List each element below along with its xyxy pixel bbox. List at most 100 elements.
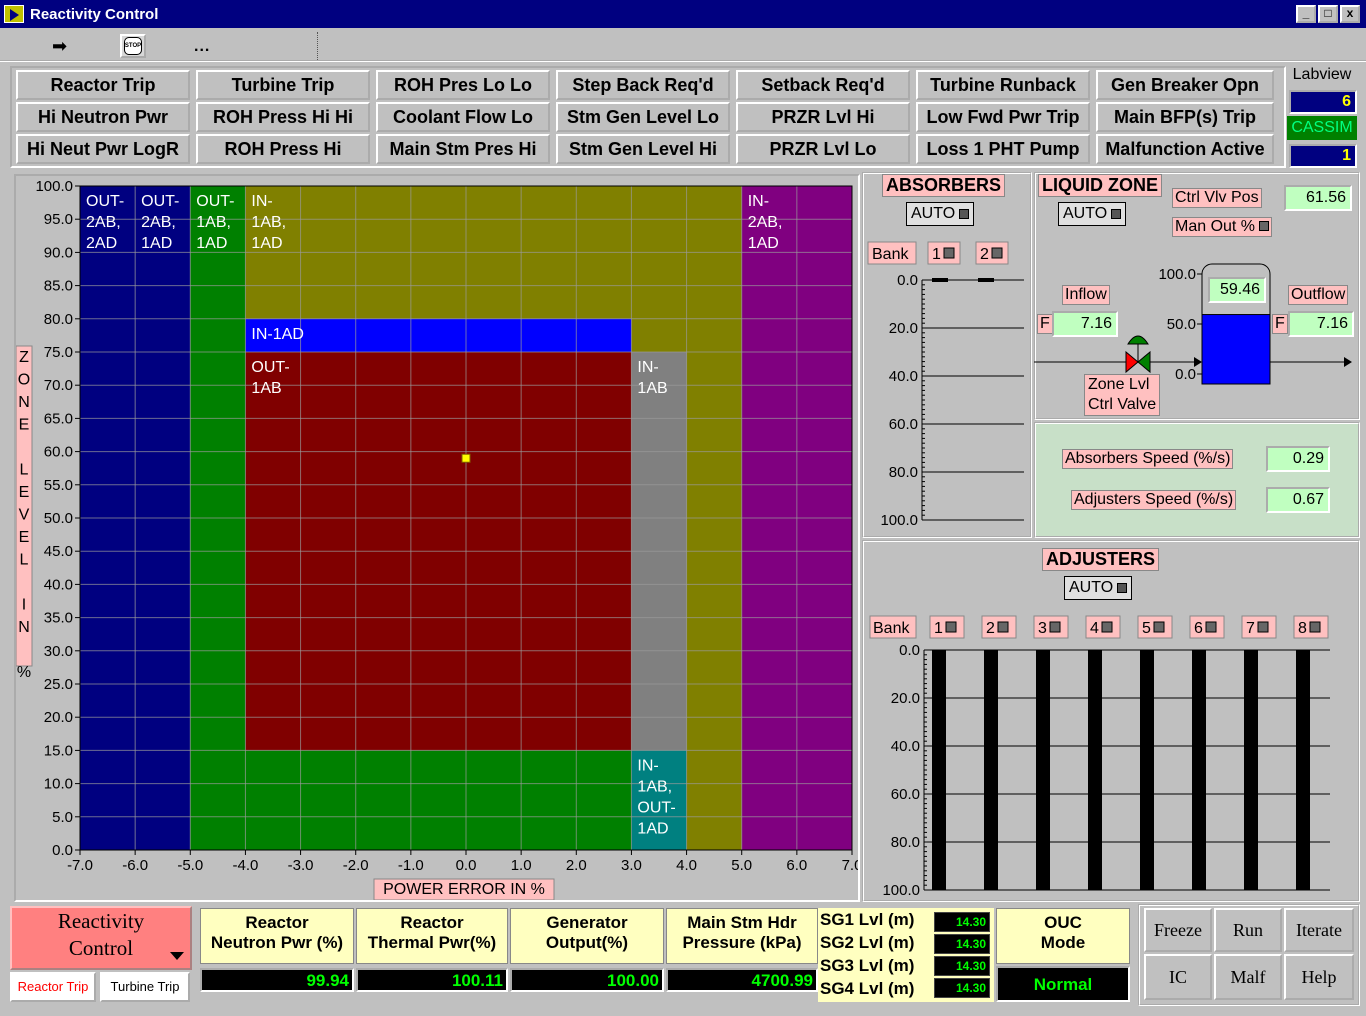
run-arrow-icon[interactable]: ➡ <box>52 36 67 56</box>
x-tick-label: 5.0 <box>731 857 752 874</box>
alarm-reactor-trip[interactable]: Reactor Trip <box>16 70 190 100</box>
y-axis-label-char: E <box>19 417 30 434</box>
adjusters-auto-button[interactable]: AUTO <box>1064 576 1133 600</box>
zone-region-label: 1AD <box>141 235 172 252</box>
alarm-main-stm-pres-hi[interactable]: Main Stm Pres Hi <box>376 134 550 164</box>
gen-label-line2: Output(%) <box>545 933 629 952</box>
sg4-label: SG4 Lvl (m) <box>820 979 915 998</box>
absorbers-speed-label: Absorbers Speed (%/s) <box>1062 449 1234 469</box>
x-tick-label: -4.0 <box>232 857 258 874</box>
y-tick-label: 30.0 <box>44 643 73 660</box>
alarm-turbine-runback[interactable]: Turbine Runback <box>916 70 1090 100</box>
thermal-pwr-label: Reactor Thermal Pwr(%) <box>356 908 508 964</box>
zone-lvl-ctrl-valve-label: Zone Lvl Ctrl Valve <box>1084 374 1161 416</box>
alarm-stm-gen-level-lo[interactable]: Stm Gen Level Lo <box>556 102 730 132</box>
liquid-zone-auto-label: AUTO <box>1063 205 1108 222</box>
x-tick-label: -3.0 <box>288 857 314 874</box>
adjusters-scale-label: 20.0 <box>891 690 920 707</box>
alarm-low-fwd-pwr-trip[interactable]: Low Fwd Pwr Trip <box>916 102 1090 132</box>
alarm-hi-neut-pwr-logr[interactable]: Hi Neut Pwr LogR <box>16 134 190 164</box>
man-out-button[interactable]: Man Out % <box>1172 217 1273 237</box>
ouc-mode-value: Normal <box>996 966 1130 1002</box>
dropdown-arrow-icon <box>170 952 184 960</box>
alarm-roh-press-hi[interactable]: ROH Press Hi <box>196 134 370 164</box>
cassim-value: 1 <box>1289 144 1357 168</box>
alarm-coolant-flow-lo[interactable]: Coolant Flow Lo <box>376 102 550 132</box>
reactivity-control-menu[interactable]: Reactivity Control <box>10 906 192 970</box>
stm-hdr-pressure-label: Main Stm Hdr Pressure (kPa) <box>666 908 818 964</box>
ouc-label-line1: OUC <box>1044 913 1082 932</box>
alarm-hi-neutron-pwr[interactable]: Hi Neutron Pwr <box>16 102 190 132</box>
y-tick-label: 45.0 <box>44 543 73 560</box>
neutron-pwr-label: Reactor Neutron Pwr (%) <box>200 908 354 964</box>
y-axis-label-char: N <box>18 394 30 411</box>
alarm-przr-lvl-lo[interactable]: PRZR Lvl Lo <box>736 134 910 164</box>
more-icon[interactable]: ... <box>194 38 210 56</box>
adjuster-bar-1 <box>932 650 946 890</box>
absorbers-scale-label: 40.0 <box>889 368 918 385</box>
close-button[interactable]: x <box>1340 5 1360 23</box>
y-tick-label: 65.0 <box>44 410 73 427</box>
x-tick-label: -2.0 <box>343 857 369 874</box>
y-tick-label: 20.0 <box>44 709 73 726</box>
y-tick-label: 40.0 <box>44 576 73 593</box>
absorbers-auto-button[interactable]: AUTO <box>906 202 975 226</box>
zone-tank-level <box>1201 314 1271 385</box>
alarm-loss-1-pht-pump[interactable]: Loss 1 PHT Pump <box>916 134 1090 164</box>
adjusters-speed-label: Adjusters Speed (%/s) <box>1071 490 1237 510</box>
run-button[interactable]: Run <box>1214 908 1282 952</box>
malf-button[interactable]: Malf <box>1214 954 1282 1000</box>
alarm-step-back[interactable]: Step Back Req'd <box>556 70 730 100</box>
adj-bank-number-7: 7 <box>1246 620 1255 637</box>
maximize-button[interactable]: □ <box>1318 5 1338 23</box>
gen-label-line1: Generator <box>546 913 628 932</box>
adj-bank-number-8: 8 <box>1298 620 1307 637</box>
zone-region-label: OUT- <box>251 359 289 376</box>
alarm-turbine-trip[interactable]: Turbine Trip <box>196 70 370 100</box>
sg2-value: 14.30 <box>934 934 990 954</box>
ic-button[interactable]: IC <box>1144 954 1212 1000</box>
alarm-przr-lvl-hi[interactable]: PRZR Lvl Hi <box>736 102 910 132</box>
alarm-setback[interactable]: Setback Req'd <box>736 70 910 100</box>
alarm-main-bfp-trip[interactable]: Main BFP(s) Trip <box>1096 102 1274 132</box>
turbine-trip-tab[interactable]: Turbine Trip <box>100 972 190 1002</box>
alarm-roh-pres-lo-lo[interactable]: ROH Pres Lo Lo <box>376 70 550 100</box>
x-tick-label: 7.0 <box>842 857 858 874</box>
alarm-roh-press-hi-hi[interactable]: ROH Press Hi Hi <box>196 102 370 132</box>
y-axis-label-char: L <box>20 552 29 569</box>
outflow-value: 7.16 <box>1288 311 1354 337</box>
generator-output-label: Generator Output(%) <box>510 908 664 964</box>
adj-bank-led-icon <box>1049 621 1061 633</box>
alarm-gen-breaker-opn[interactable]: Gen Breaker Opn <box>1096 70 1274 100</box>
sg1-value: 14.30 <box>934 912 990 932</box>
minimize-button[interactable]: _ <box>1296 5 1316 23</box>
thermal-label-line1: Reactor <box>400 913 464 932</box>
man-out-label: Man Out % <box>1175 218 1256 235</box>
x-tick-label: -1.0 <box>398 857 424 874</box>
alarm-stm-gen-level-hi[interactable]: Stm Gen Level Hi <box>556 134 730 164</box>
iterate-button[interactable]: Iterate <box>1284 908 1354 952</box>
y-tick-label: 5.0 <box>52 809 73 826</box>
adjusters-speed-value: 0.67 <box>1266 487 1330 513</box>
adjusters-scale-label: 0.0 <box>899 642 920 659</box>
thermal-pwr-value: 100.11 <box>356 968 508 992</box>
x-tick-label: -6.0 <box>122 857 148 874</box>
absorbers-scale-label: 100.0 <box>880 512 918 529</box>
y-tick-label: 95.0 <box>44 211 73 228</box>
x-tick-label: 4.0 <box>676 857 697 874</box>
adj-bank-number-1: 1 <box>934 620 943 637</box>
freeze-button[interactable]: Freeze <box>1144 908 1212 952</box>
stop-button[interactable]: STOP <box>120 34 146 58</box>
alarm-malfunction-active[interactable]: Malfunction Active <box>1096 134 1274 164</box>
y-tick-label: 25.0 <box>44 676 73 693</box>
adj-bank-number-4: 4 <box>1090 620 1099 637</box>
zone-region-label: OUT- <box>196 193 234 210</box>
absorbers-speed-value: 0.29 <box>1266 446 1330 472</box>
zone-region-label: 1AB <box>637 380 667 397</box>
help-button[interactable]: Help <box>1284 954 1354 1000</box>
x-tick-label: 3.0 <box>621 857 642 874</box>
x-tick-label: 0.0 <box>456 857 477 874</box>
led-icon <box>959 208 970 219</box>
liquid-zone-auto-button[interactable]: AUTO <box>1058 202 1127 226</box>
reactor-trip-tab[interactable]: Reactor Trip <box>10 972 96 1002</box>
